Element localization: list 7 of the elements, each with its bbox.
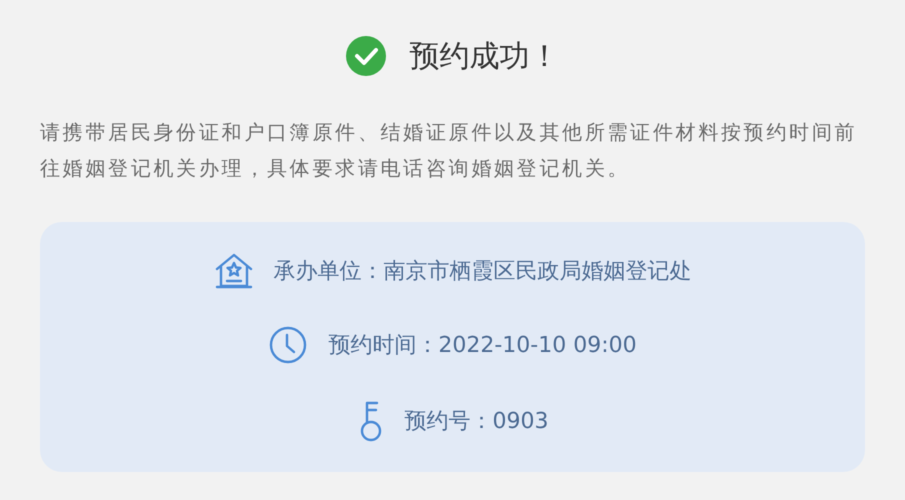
detail-text: 预约时间：2022-10-10 09:00	[328, 332, 637, 360]
detail-text: 承办单位：南京市栖霞区民政局婚姻登记处	[274, 258, 692, 286]
building-icon	[214, 252, 254, 290]
notice-paragraph: 请携带居民身份证和户口簿原件、结婚证原件以及其他所需证件材料按预约时间前往婚姻登记机关办理，具体要求请电话咨询婚姻登记机关。	[40, 119, 858, 182]
clock-icon	[268, 324, 308, 365]
detail-text: 预约号：0903	[404, 408, 548, 436]
page-title: 预约成功！	[410, 38, 560, 76]
